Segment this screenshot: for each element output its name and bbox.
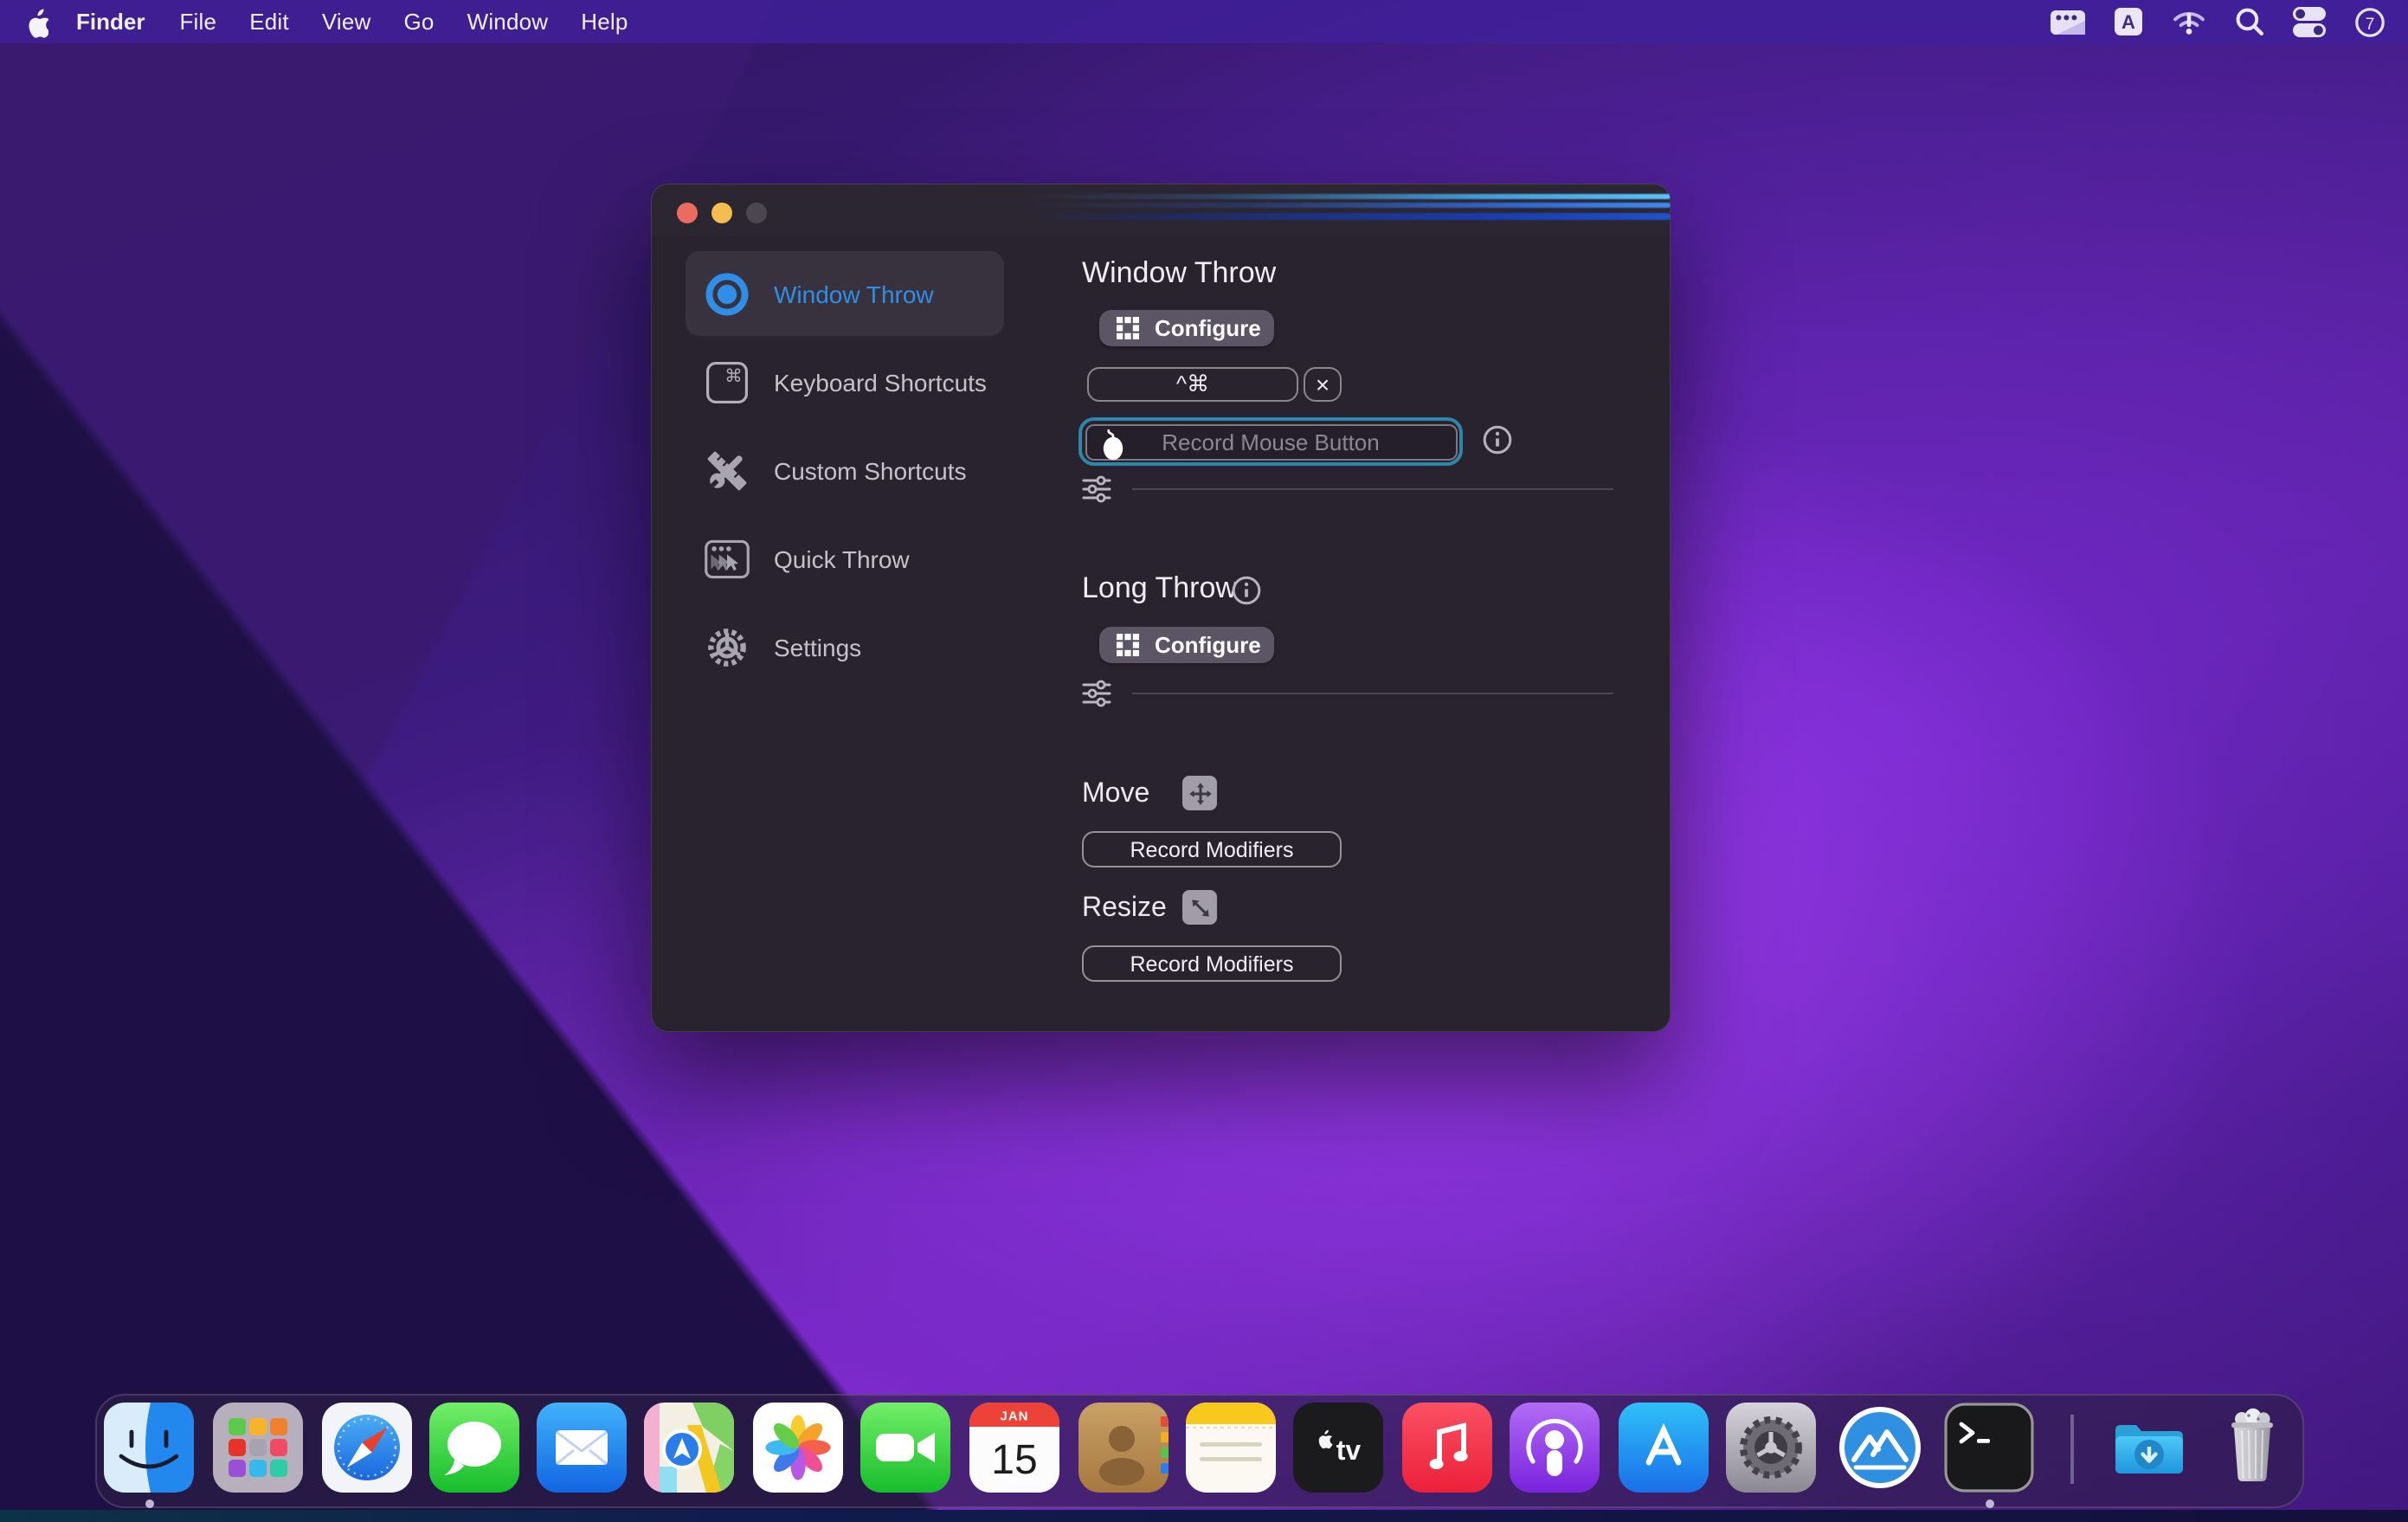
control-center-icon[interactable] <box>2292 5 2327 38</box>
dock-icon-facetime[interactable] <box>860 1403 950 1493</box>
resize-diagonal-icon <box>1182 890 1217 925</box>
svg-text:tv: tv <box>1336 1435 1362 1466</box>
move-cross-icon <box>1182 776 1217 810</box>
window-throw-title: Window Throw <box>1082 256 1276 291</box>
sliders-icon[interactable] <box>1082 474 1111 504</box>
info-icon[interactable] <box>1482 424 1513 455</box>
apple-menu-icon[interactable] <box>23 6 48 37</box>
dock-icon-calendar[interactable]: JAN 15 <box>969 1403 1059 1493</box>
dock-icon-downloads[interactable] <box>2102 1403 2192 1493</box>
record-mouse-placeholder: Record Mouse Button <box>1162 429 1379 455</box>
svg-text:A: A <box>2121 11 2135 33</box>
menu-edit[interactable]: Edit <box>249 9 289 35</box>
dock-icon-podcasts[interactable] <box>1510 1403 1600 1493</box>
shortcut-field[interactable]: ^⌘ <box>1087 367 1298 402</box>
dock-icon-terminal[interactable] <box>1944 1403 2034 1493</box>
shortcut-value: ^⌘ <box>1176 371 1209 398</box>
menu-help[interactable]: Help <box>581 9 628 35</box>
dock-icon-music[interactable] <box>1402 1403 1492 1493</box>
dock-icon-notes[interactable] <box>1186 1403 1276 1493</box>
configure-label: Configure <box>1155 632 1261 658</box>
resize-record-modifiers-button[interactable]: Record Modifiers <box>1082 945 1342 982</box>
dock-icon-photos[interactable] <box>753 1403 843 1493</box>
grid-icon <box>1117 634 1139 656</box>
record-mouse-button-field[interactable]: Record Mouse Button <box>1078 417 1463 466</box>
window-throw-configure-button[interactable]: Configure <box>1099 310 1274 346</box>
section-divider <box>1132 693 1613 694</box>
app-window: Window Throw ⌘ Keyboard Shortcuts <box>651 184 1671 1032</box>
menu-go[interactable]: Go <box>404 9 435 35</box>
spotlight-search-icon[interactable] <box>2235 7 2264 36</box>
dock-icon-launchpad[interactable] <box>213 1403 303 1493</box>
grid-icon <box>1117 317 1139 339</box>
menu-file[interactable]: File <box>179 9 216 35</box>
menu-view[interactable]: View <box>322 9 371 35</box>
circle-7-icon[interactable]: 7 <box>2354 6 2385 37</box>
svg-text:7: 7 <box>2366 15 2375 33</box>
dock-icon-maps[interactable] <box>644 1403 734 1493</box>
dock-icon-safari[interactable] <box>322 1403 412 1493</box>
info-icon[interactable] <box>1231 575 1262 606</box>
input-a-icon[interactable]: A <box>2114 7 2143 36</box>
dock-icon-finder[interactable] <box>104 1403 194 1493</box>
clear-icon: × <box>1316 371 1330 398</box>
menu-bar: Finder File Edit View Go Window Help A <box>0 0 2408 43</box>
dock-icon-mail[interactable] <box>537 1403 627 1493</box>
svg-text:15: 15 <box>991 1437 1037 1483</box>
configure-label: Configure <box>1155 315 1261 341</box>
keyboard-icon[interactable] <box>2050 8 2086 35</box>
dock-divider <box>2070 1415 2073 1484</box>
menu-window[interactable]: Window <box>467 9 549 35</box>
desktop-screen: Finder File Edit View Go Window Help A <box>0 0 2408 1522</box>
section-divider <box>1132 488 1613 490</box>
svg-text:JAN: JAN <box>1000 1409 1028 1423</box>
mouse-icon <box>1100 429 1124 460</box>
resize-label: Resize <box>1082 893 1167 925</box>
long-throw-title: Long Throw <box>1082 571 1237 606</box>
dock-icon-messages[interactable] <box>429 1403 519 1493</box>
running-indicator-terminal <box>1985 1499 1993 1508</box>
running-indicator-finder <box>145 1499 153 1508</box>
dock-icon-tv[interactable]: tv <box>1293 1403 1383 1493</box>
long-throw-configure-button[interactable]: Configure <box>1099 627 1274 663</box>
dock-icon-contacts[interactable] <box>1078 1403 1169 1493</box>
dock-icon-app-store[interactable] <box>1619 1403 1709 1493</box>
wifi-alert-icon[interactable] <box>2171 7 2207 36</box>
move-label: Move <box>1082 779 1149 810</box>
sliders-icon[interactable] <box>1082 679 1111 708</box>
dock-icon-trash[interactable] <box>2207 1403 2297 1493</box>
record-modifiers-label: Record Modifiers <box>1130 837 1294 861</box>
dock-icon-system-preferences[interactable] <box>1726 1403 1816 1493</box>
wallpaper-bottom-edge <box>0 1510 2408 1522</box>
move-record-modifiers-button[interactable]: Record Modifiers <box>1082 831 1342 867</box>
record-modifiers-label: Record Modifiers <box>1130 951 1294 976</box>
dock-icon-mountain-app[interactable] <box>1835 1403 1925 1493</box>
menu-app-name[interactable]: Finder <box>76 9 145 35</box>
clear-shortcut-button[interactable]: × <box>1304 367 1342 402</box>
